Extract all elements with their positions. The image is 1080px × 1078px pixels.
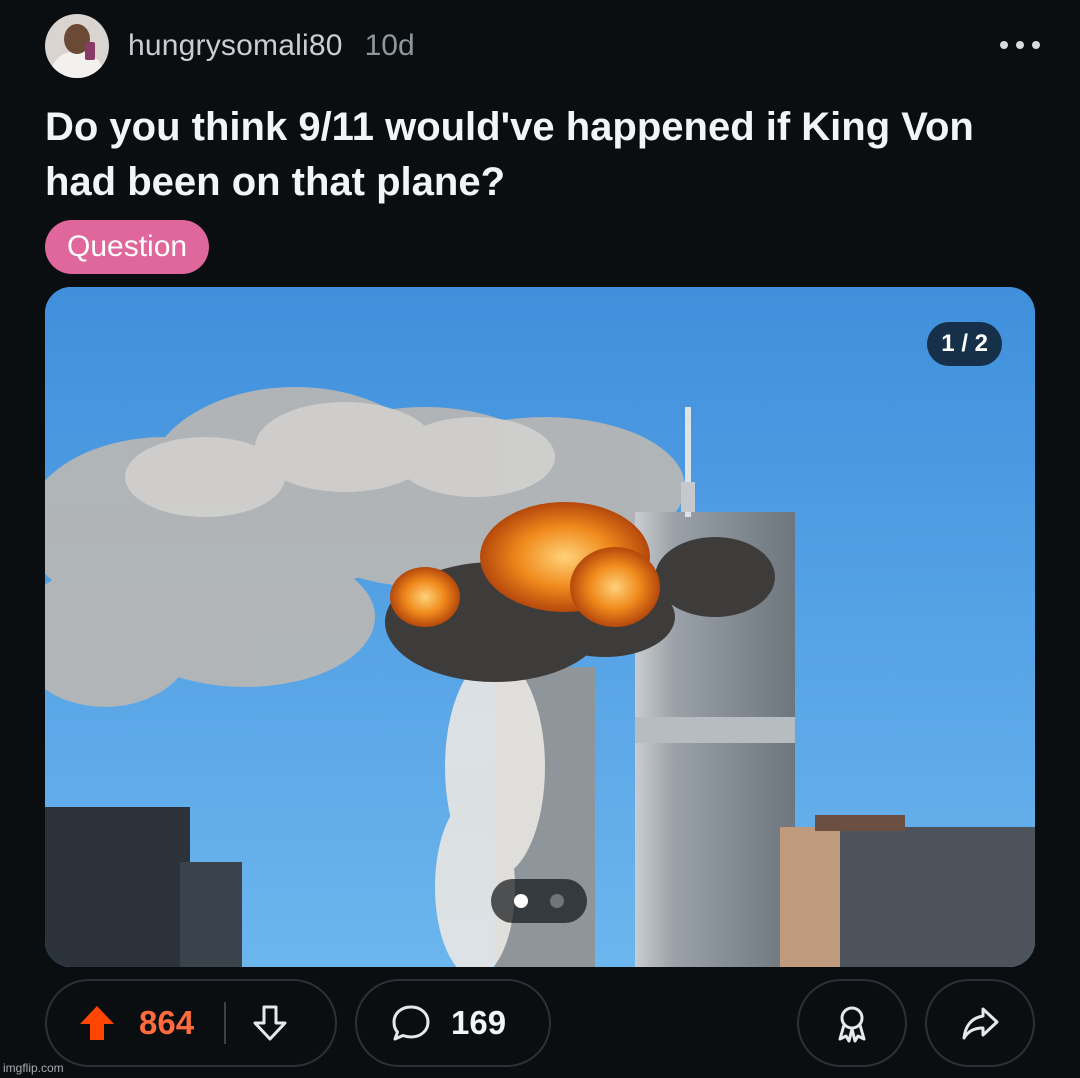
post-image xyxy=(45,287,1035,967)
comment-bubble-icon xyxy=(392,1005,430,1041)
award-button[interactable] xyxy=(797,979,907,1067)
carousel-dot-active[interactable] xyxy=(514,894,528,908)
avatar-phone xyxy=(85,42,95,60)
carousel-dots[interactable] xyxy=(491,879,587,923)
user-avatar[interactable] xyxy=(45,14,109,78)
more-dot xyxy=(1032,41,1040,49)
award-icon xyxy=(838,1006,866,1043)
username-link[interactable]: hungrysomali80 xyxy=(128,29,343,63)
downvote-arrow-icon[interactable] xyxy=(250,1003,290,1043)
more-options-icon[interactable] xyxy=(1000,30,1040,60)
carousel-dot[interactable] xyxy=(550,894,564,908)
vote-divider xyxy=(224,1002,227,1044)
comment-count: 169 xyxy=(451,1004,507,1041)
slide-counter: 1 / 2 xyxy=(927,322,1002,366)
post-title[interactable]: Do you think 9/11 would've happened if K… xyxy=(45,100,1035,210)
watermark: imgflip.com xyxy=(3,1061,64,1075)
post-action-bar: 864 169 xyxy=(45,979,1035,1067)
vote-pill: 864 xyxy=(45,979,337,1067)
vote-score: 864 xyxy=(139,1004,195,1041)
post-header: hungrysomali80 10d xyxy=(45,14,1040,78)
share-icon xyxy=(962,1007,999,1040)
more-dot xyxy=(1000,41,1008,49)
post-media-carousel[interactable]: 1 / 2 xyxy=(45,287,1035,967)
post-flair[interactable]: Question xyxy=(45,220,210,274)
more-dot xyxy=(1016,41,1024,49)
avatar-shirt xyxy=(51,52,103,78)
upvote-arrow-icon[interactable] xyxy=(77,1003,117,1043)
post-age: 10d xyxy=(364,29,415,62)
comments-button[interactable]: 169 xyxy=(355,979,551,1067)
share-button[interactable] xyxy=(925,979,1035,1067)
